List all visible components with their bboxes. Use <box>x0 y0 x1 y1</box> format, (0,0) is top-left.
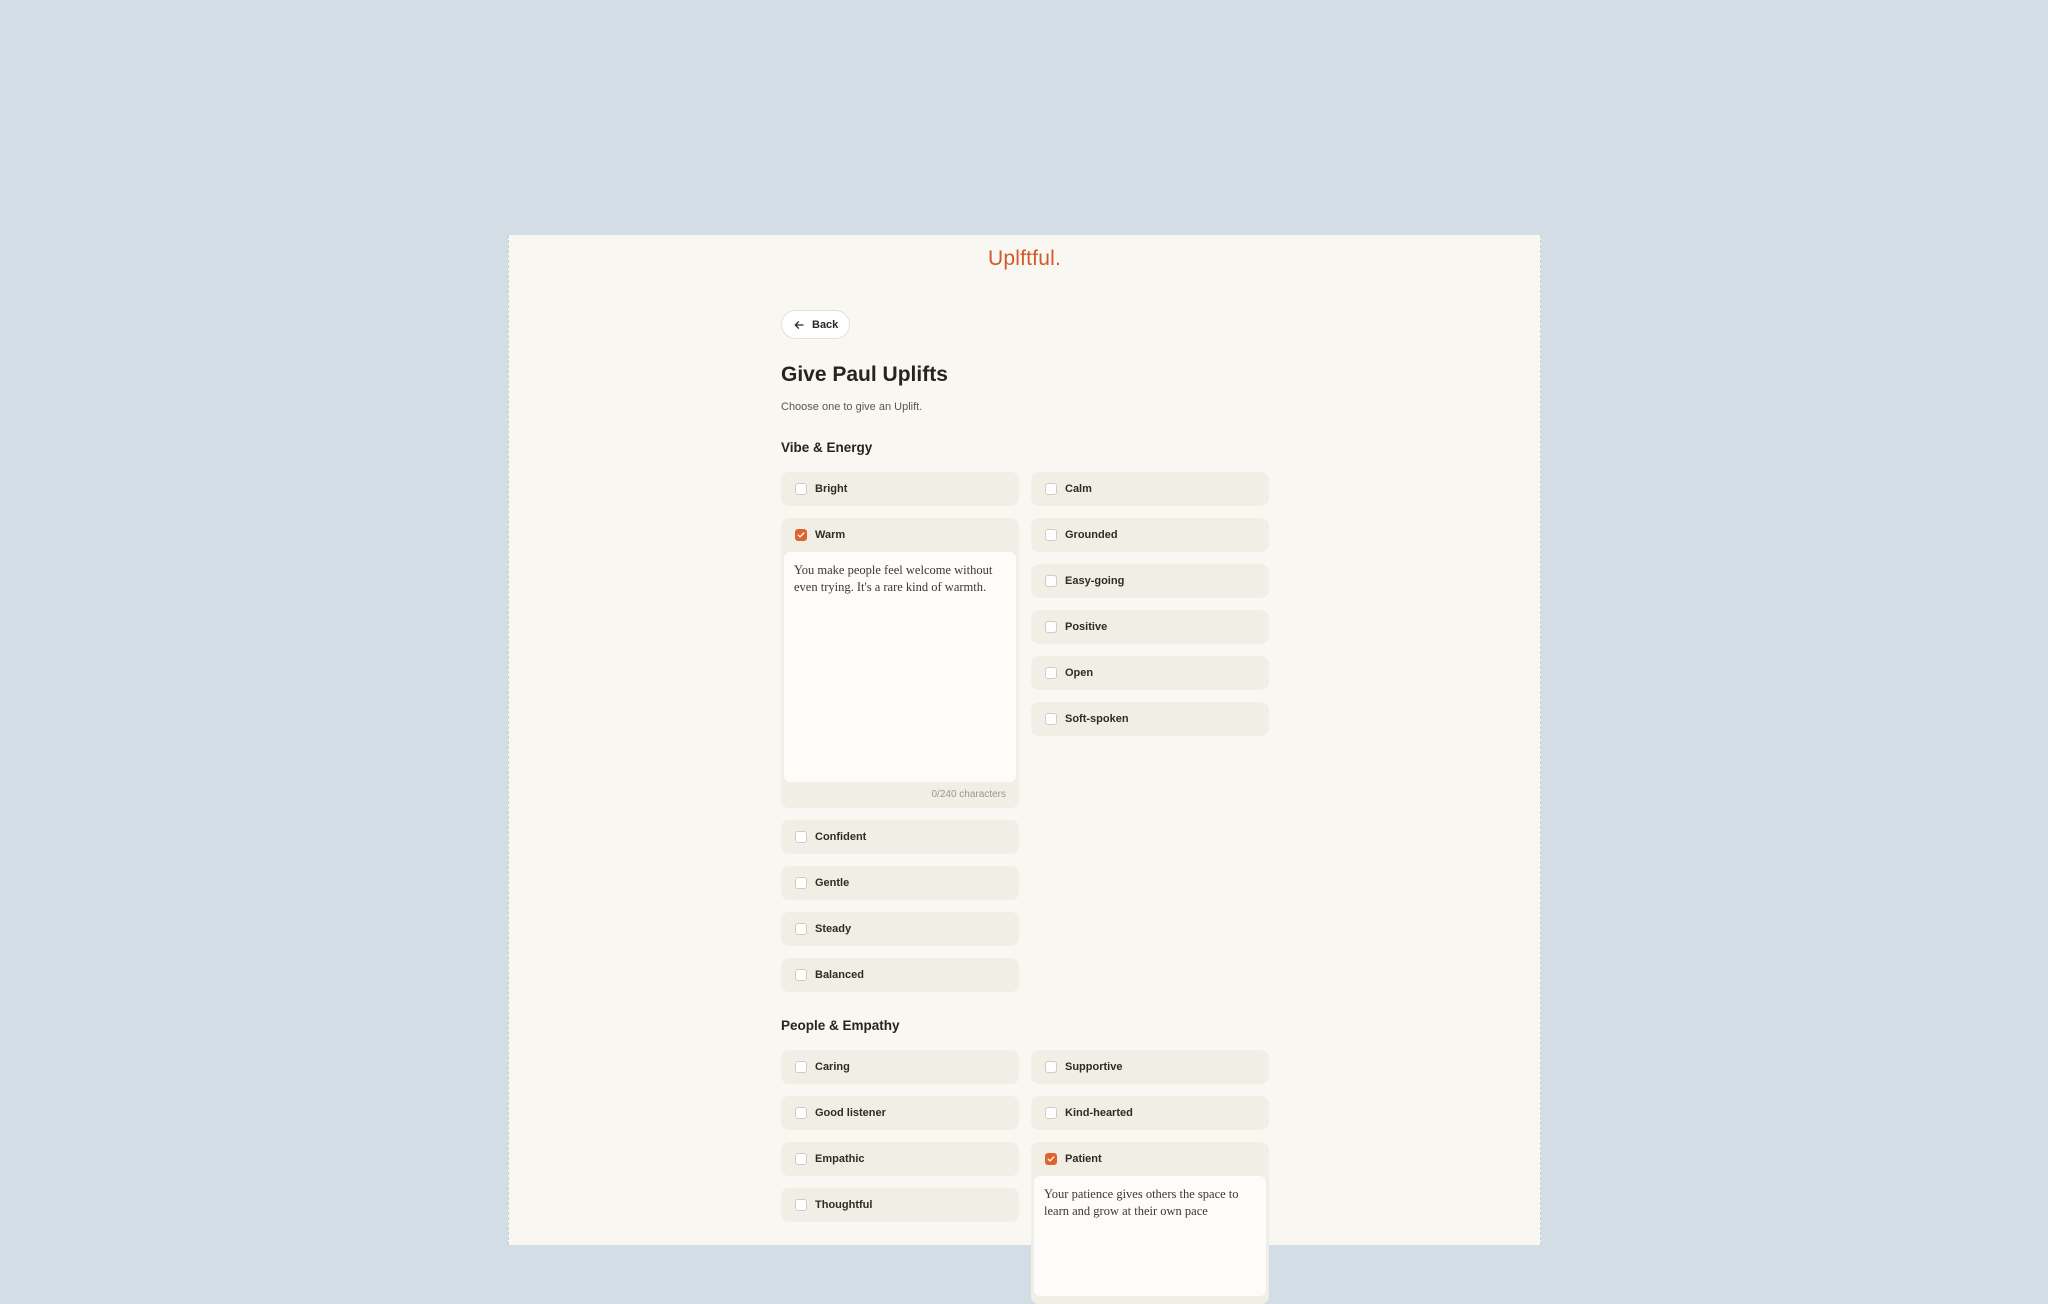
checkbox[interactable] <box>795 1107 807 1119</box>
option-label: Positive <box>1065 621 1108 633</box>
back-button[interactable]: Back <box>781 310 851 339</box>
option-gentle[interactable]: Gentle <box>781 866 1019 900</box>
options-column-right: Calm Grounded Easy-going Positive Open S… <box>1031 472 1269 736</box>
option-open[interactable]: Open <box>1031 656 1269 690</box>
option-label: Easy-going <box>1065 575 1125 587</box>
option-label: Soft-spoken <box>1065 713 1129 725</box>
option-label: Open <box>1065 667 1094 679</box>
page-subtitle: Choose one to give an Uplift. <box>781 401 923 413</box>
option-label: Supportive <box>1065 1061 1123 1073</box>
option-warm[interactable]: Warm <box>784 518 1016 552</box>
uplift-message-textarea[interactable]: You make people feel welcome without eve… <box>784 552 1016 782</box>
options-column-right: Supportive Kind-hearted Patient Your pat… <box>1031 1050 1269 1304</box>
option-soft-spoken[interactable]: Soft-spoken <box>1031 702 1269 736</box>
option-label: Grounded <box>1065 529 1118 541</box>
option-balanced[interactable]: Balanced <box>781 958 1019 992</box>
checkbox[interactable] <box>795 969 807 981</box>
page-title: Give Paul Uplifts <box>781 363 948 386</box>
checkbox[interactable] <box>795 1153 807 1165</box>
checkbox[interactable] <box>795 877 807 889</box>
checkbox[interactable] <box>795 1199 807 1211</box>
options-column-left: Caring Good listener Empathic Thoughtful <box>781 1050 1019 1222</box>
checkbox[interactable] <box>1045 667 1057 679</box>
app-frame: Uplftful. Back Give Paul Uplifts Choose … <box>508 235 1541 1304</box>
options-column-left: Bright Warm You make people feel welcome… <box>781 472 1019 992</box>
option-label: Gentle <box>815 877 850 889</box>
checkbox[interactable] <box>1045 529 1057 541</box>
section-title-vibe-energy: Vibe & Energy <box>781 440 873 455</box>
checkbox[interactable] <box>1045 575 1057 587</box>
option-patient[interactable]: Patient <box>1034 1142 1266 1176</box>
option-label: Good listener <box>815 1107 886 1119</box>
checkbox[interactable] <box>795 831 807 843</box>
check-icon <box>1047 1156 1055 1162</box>
checkbox[interactable] <box>795 923 807 935</box>
checkbox[interactable] <box>795 1061 807 1073</box>
checkbox[interactable] <box>1045 1107 1057 1119</box>
checkbox-checked[interactable] <box>1045 1153 1057 1165</box>
brand-logo[interactable]: Uplftful. <box>509 247 1540 271</box>
checkbox[interactable] <box>1045 621 1057 633</box>
option-positive[interactable]: Positive <box>1031 610 1269 644</box>
arrow-left-icon <box>794 320 804 329</box>
option-kind-hearted[interactable]: Kind-hearted <box>1031 1096 1269 1130</box>
options-grid-people-empathy: Caring Good listener Empathic Thoughtful <box>781 1050 1271 1304</box>
checkbox-checked[interactable] <box>795 529 807 541</box>
option-empathic[interactable]: Empathic <box>781 1142 1019 1176</box>
option-easy-going[interactable]: Easy-going <box>1031 564 1269 598</box>
option-good-listener[interactable]: Good listener <box>781 1096 1019 1130</box>
main-content: Back Give Paul Uplifts Choose one to giv… <box>781 310 1271 1304</box>
checkbox[interactable] <box>1045 483 1057 495</box>
option-label: Patient <box>1065 1153 1102 1165</box>
checkbox[interactable] <box>1045 1061 1057 1073</box>
option-confident[interactable]: Confident <box>781 820 1019 854</box>
option-supportive[interactable]: Supportive <box>1031 1050 1269 1084</box>
option-calm[interactable]: Calm <box>1031 472 1269 506</box>
back-label: Back <box>812 318 839 331</box>
option-patient-expanded: Patient Your patience gives others the s… <box>1031 1142 1269 1304</box>
checkbox[interactable] <box>795 483 807 495</box>
options-grid-vibe-energy: Bright Warm You make people feel welcome… <box>781 472 1271 992</box>
section-title-people-empathy: People & Empathy <box>781 1018 900 1033</box>
checkbox[interactable] <box>1045 713 1057 725</box>
option-label: Thoughtful <box>815 1199 873 1211</box>
option-thoughtful[interactable]: Thoughtful <box>781 1188 1019 1222</box>
option-label: Caring <box>815 1061 850 1073</box>
option-label: Calm <box>1065 483 1092 495</box>
option-bright[interactable]: Bright <box>781 472 1019 506</box>
option-label: Warm <box>815 529 846 541</box>
option-label: Bright <box>815 483 848 495</box>
option-label: Empathic <box>815 1153 865 1165</box>
option-grounded[interactable]: Grounded <box>1031 518 1269 552</box>
option-warm-expanded: Warm You make people feel welcome withou… <box>781 518 1019 808</box>
option-caring[interactable]: Caring <box>781 1050 1019 1084</box>
option-label: Steady <box>815 923 852 935</box>
option-label: Balanced <box>815 969 864 981</box>
option-label: Kind-hearted <box>1065 1107 1133 1119</box>
option-label: Confident <box>815 831 867 843</box>
check-icon <box>797 532 805 538</box>
uplift-message-textarea[interactable]: Your patience gives others the space to … <box>1034 1176 1266 1296</box>
option-steady[interactable]: Steady <box>781 912 1019 946</box>
character-counter: 0/240 characters <box>931 789 1007 800</box>
